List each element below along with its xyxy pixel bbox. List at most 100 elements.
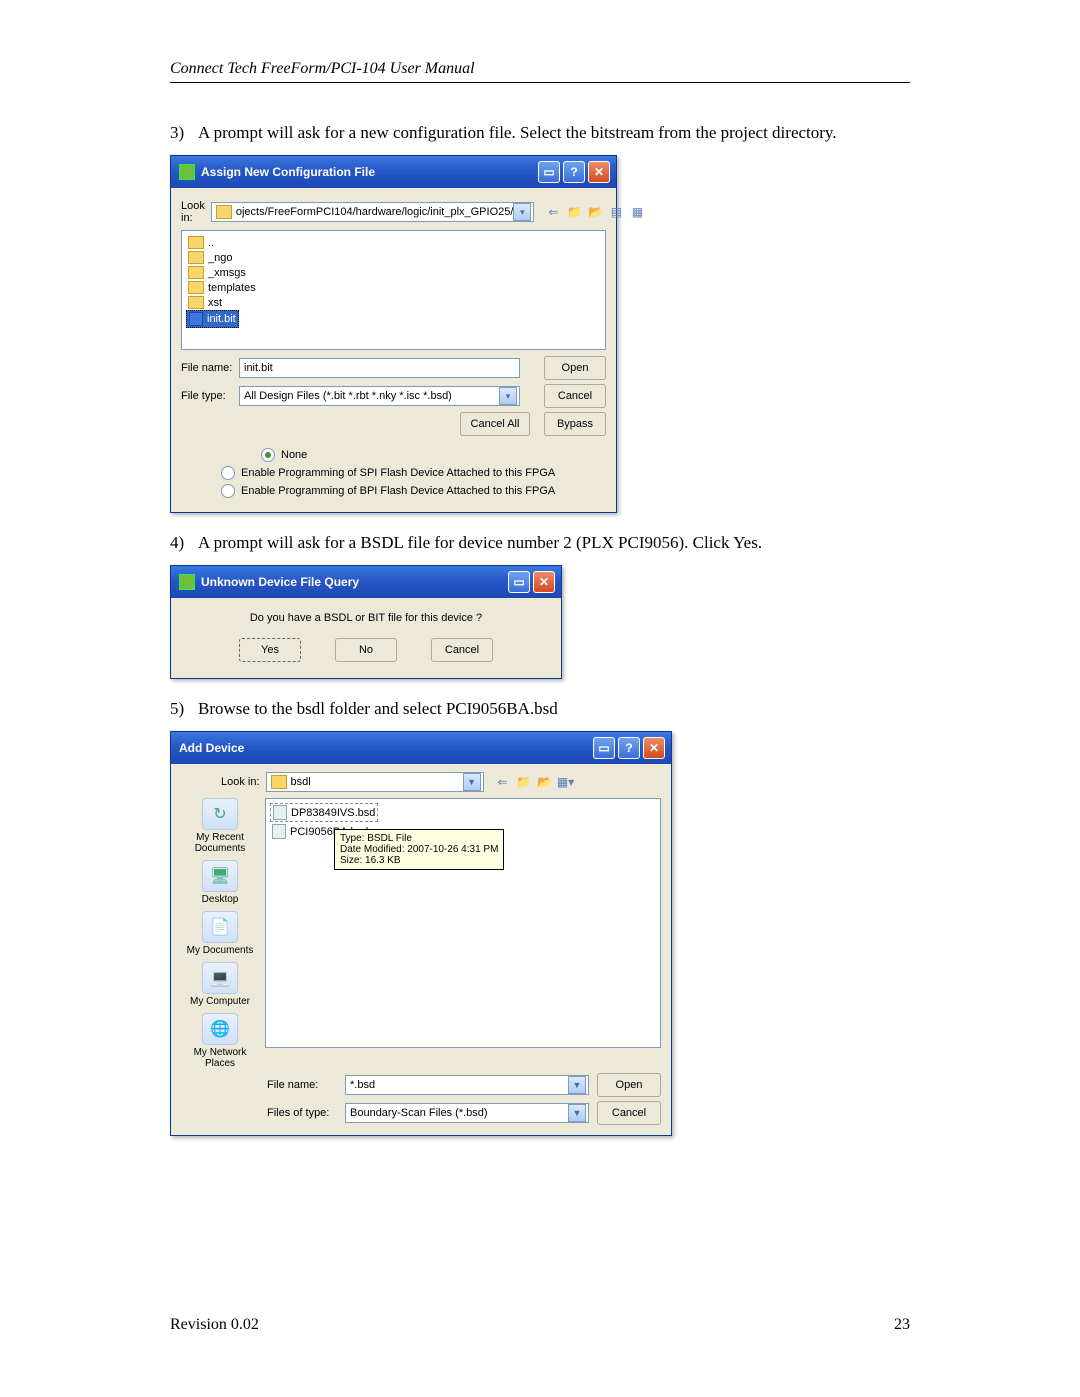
radio-bpi[interactable]: Enable Programming of BPI Flash Device A… bbox=[221, 482, 606, 500]
chevron-down-icon[interactable]: ▾ bbox=[499, 387, 517, 405]
folder-icon bbox=[271, 775, 287, 789]
nav-toolbar: ⇐ 📁 📂 ▦▾ bbox=[494, 773, 575, 791]
file-item-ngo[interactable]: _ngo bbox=[186, 250, 601, 265]
place-mynet[interactable]: 🌐My Network Places bbox=[181, 1013, 259, 1069]
place-recent[interactable]: ↻My Recent Documents bbox=[181, 798, 259, 854]
bsd-file-icon bbox=[273, 805, 287, 820]
nav-toolbar: ⇐ 📁 📂 ▤ ▦ bbox=[544, 203, 646, 221]
dlg2-titlebar[interactable]: Unknown Device File Query ▭ ✕ bbox=[171, 566, 561, 598]
step-5-text: Browse to the bsdl folder and select PCI… bbox=[198, 699, 910, 719]
radio-icon bbox=[221, 466, 235, 480]
doc-header: Connect Tech FreeForm/PCI-104 User Manua… bbox=[170, 60, 910, 78]
file-item-xst[interactable]: xst bbox=[186, 295, 601, 310]
lookin-label: Look in: bbox=[181, 200, 205, 224]
file-item-initbit-selected[interactable]: init.bit bbox=[186, 310, 239, 328]
cancel-button[interactable]: Cancel bbox=[597, 1101, 661, 1125]
chevron-down-icon[interactable]: ▼ bbox=[568, 1104, 586, 1122]
chevron-down-icon[interactable]: ▼ bbox=[463, 773, 481, 791]
file-item-templates[interactable]: templates bbox=[186, 280, 601, 295]
lookin-combo[interactable]: bsdl ▼ bbox=[266, 772, 484, 792]
recent-icon: ↻ bbox=[202, 798, 238, 830]
unknown-device-file-query-dialog: Unknown Device File Query ▭ ✕ Do you hav… bbox=[170, 565, 562, 679]
file-item-up[interactable]: .. bbox=[186, 235, 601, 250]
up-folder-icon[interactable]: 📁 bbox=[515, 773, 533, 791]
folder-icon bbox=[188, 266, 204, 279]
filename-input[interactable]: init.bit bbox=[239, 358, 520, 378]
minimize-button[interactable]: ▭ bbox=[508, 571, 530, 593]
revision-text: Revision 0.02 bbox=[170, 1316, 259, 1334]
radio-none[interactable]: None bbox=[261, 446, 606, 464]
no-button[interactable]: No bbox=[335, 638, 397, 662]
place-mycomp[interactable]: 💻My Computer bbox=[190, 962, 250, 1007]
filename-label: File name: bbox=[267, 1079, 337, 1091]
step-3-text: A prompt will ask for a new configuratio… bbox=[198, 123, 910, 143]
bit-file-icon bbox=[189, 312, 203, 326]
file-item-xmsgs[interactable]: _xmsgs bbox=[186, 265, 601, 280]
radio-icon bbox=[221, 484, 235, 498]
bsd-file-icon bbox=[272, 824, 286, 839]
minimize-button[interactable]: ▭ bbox=[593, 737, 615, 759]
open-button[interactable]: Open bbox=[597, 1073, 661, 1097]
dlg2-title: Unknown Device File Query bbox=[201, 575, 359, 589]
add-device-dialog: Add Device ▭ ? ✕ Look in: bsdl ▼ ⇐ 📁 📂 bbox=[170, 731, 672, 1136]
page-footer: Revision 0.02 23 bbox=[170, 1316, 910, 1334]
details-view-icon[interactable]: ▦ bbox=[628, 203, 646, 221]
radio-icon bbox=[261, 448, 275, 462]
mynet-icon: 🌐 bbox=[202, 1013, 238, 1045]
mydocs-icon: 📄 bbox=[202, 911, 238, 943]
new-folder-icon[interactable]: 📂 bbox=[536, 773, 554, 791]
back-icon[interactable]: ⇐ bbox=[494, 773, 512, 791]
mycomp-icon: 💻 bbox=[202, 962, 238, 994]
radio-spi[interactable]: Enable Programming of SPI Flash Device A… bbox=[221, 464, 606, 482]
help-button[interactable]: ? bbox=[563, 161, 585, 183]
dlg1-title: Assign New Configuration File bbox=[201, 165, 375, 179]
dlg2-message: Do you have a BSDL or BIT file for this … bbox=[181, 612, 551, 624]
filetype-combo[interactable]: Boundary-Scan Files (*.bsd) ▼ bbox=[345, 1103, 589, 1123]
file-list[interactable]: .. _ngo _xmsgs templates xst init.bit bbox=[181, 230, 606, 350]
filename-combo[interactable]: *.bsd ▼ bbox=[345, 1075, 589, 1095]
file-item-dp[interactable]: DP83849IVS.bsd bbox=[270, 803, 378, 822]
step-4-text: A prompt will ask for a BSDL file for de… bbox=[198, 533, 910, 553]
back-icon[interactable]: ⇐ bbox=[544, 203, 562, 221]
header-rule bbox=[170, 82, 910, 83]
close-button[interactable]: ✕ bbox=[588, 161, 610, 183]
new-folder-icon[interactable]: 📂 bbox=[586, 203, 604, 221]
place-mydocs[interactable]: 📄My Documents bbox=[187, 911, 254, 956]
file-list[interactable]: DP83849IVS.bsd PCI9056BA.bsd Type: BSDL … bbox=[265, 798, 661, 1048]
help-button[interactable]: ? bbox=[618, 737, 640, 759]
bypass-button[interactable]: Bypass bbox=[544, 412, 606, 436]
flash-radio-group: None Enable Programming of SPI Flash Dev… bbox=[181, 440, 606, 504]
close-button[interactable]: ✕ bbox=[533, 571, 555, 593]
folder-icon bbox=[188, 296, 204, 309]
chevron-down-icon[interactable]: ▼ bbox=[568, 1076, 586, 1094]
filetype-combo[interactable]: All Design Files (*.bit *.rbt *.nky *.is… bbox=[239, 386, 520, 406]
cancel-button[interactable]: Cancel bbox=[544, 384, 606, 408]
step-5: 5) Browse to the bsdl folder and select … bbox=[170, 699, 910, 719]
dlg3-titlebar[interactable]: Add Device ▭ ? ✕ bbox=[171, 732, 671, 764]
open-button[interactable]: Open bbox=[544, 356, 606, 380]
place-desktop[interactable]: 🖥Desktop bbox=[202, 860, 239, 905]
folder-icon bbox=[188, 251, 204, 264]
up-folder-icon[interactable]: 📁 bbox=[565, 203, 583, 221]
folder-icon bbox=[188, 236, 204, 249]
dlg1-titlebar[interactable]: Assign New Configuration File ▭ ? ✕ bbox=[171, 156, 616, 188]
page-number: 23 bbox=[894, 1316, 910, 1334]
close-button[interactable]: ✕ bbox=[643, 737, 665, 759]
step-4: 4) A prompt will ask for a BSDL file for… bbox=[170, 533, 910, 553]
file-tooltip: Type: BSDL File Date Modified: 2007-10-2… bbox=[334, 829, 504, 870]
cancel-all-button[interactable]: Cancel All bbox=[460, 412, 530, 436]
yes-button[interactable]: Yes bbox=[239, 638, 301, 662]
lookin-combo[interactable]: ojects/FreeFormPCI104/hardware/logic/ini… bbox=[211, 202, 535, 222]
folder-icon bbox=[216, 205, 232, 219]
chevron-down-icon[interactable]: ▾ bbox=[513, 203, 531, 221]
cancel-button[interactable]: Cancel bbox=[431, 638, 493, 662]
filetype-label: File type: bbox=[181, 390, 233, 402]
list-view-icon[interactable]: ▤ bbox=[607, 203, 625, 221]
minimize-button[interactable]: ▭ bbox=[538, 161, 560, 183]
lookin-value: ojects/FreeFormPCI104/hardware/logic/ini… bbox=[236, 206, 514, 218]
step-3: 3) A prompt will ask for a new configura… bbox=[170, 123, 910, 143]
lookin-label: Look in: bbox=[221, 776, 260, 788]
dlg3-title: Add Device bbox=[179, 741, 244, 755]
views-icon[interactable]: ▦▾ bbox=[557, 773, 575, 791]
desktop-icon: 🖥 bbox=[202, 860, 238, 892]
